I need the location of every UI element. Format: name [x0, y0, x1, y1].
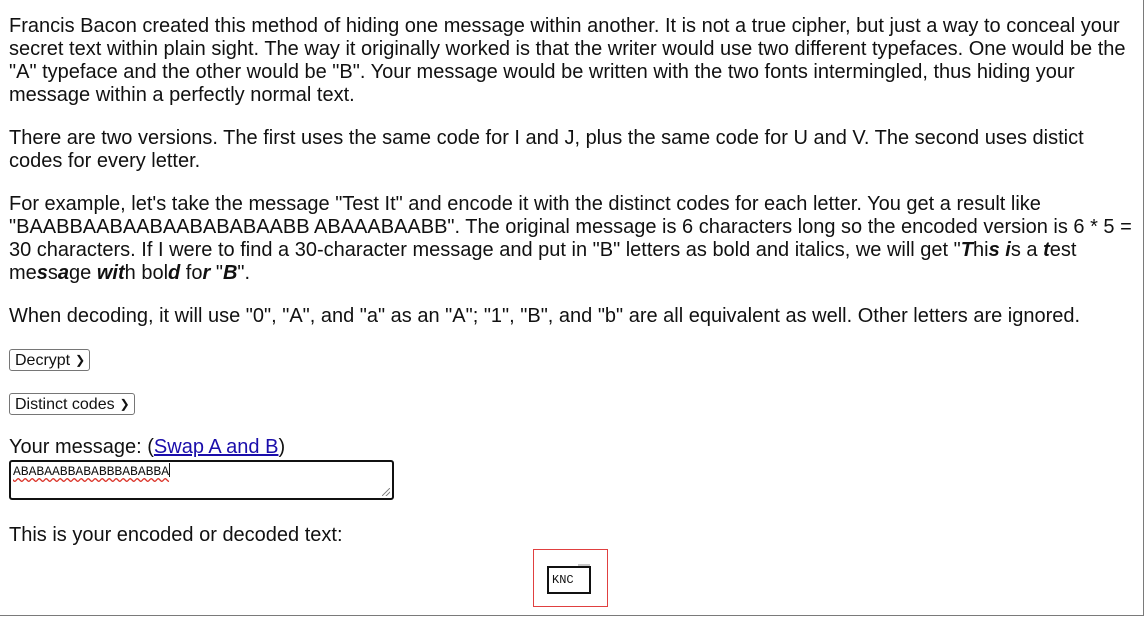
intro-paragraph-3: For example, let's take the message "Tes… — [9, 193, 1139, 285]
alphabet-select[interactable]: Distinct codes ❯ — [9, 393, 135, 415]
message-textarea[interactable]: ABABAABBABABBBABABBA — [9, 460, 394, 500]
output-image-container: KNC — [533, 549, 608, 607]
message-text: ABABAABBABABBBABABBA — [13, 464, 170, 479]
mode-select[interactable]: Decrypt ❯ — [9, 349, 91, 371]
intro-paragraph-1: Francis Bacon created this method of hid… — [9, 15, 1126, 106]
message-label: Your message: (Swap A and B) — [9, 436, 1139, 459]
chevron-down-icon: ❯ — [119, 397, 130, 411]
message-label-prefix: Your message: ( — [9, 436, 154, 458]
swap-a-b-link[interactable]: Swap A and B — [154, 436, 279, 458]
chevron-down-icon: ❯ — [75, 353, 86, 367]
resize-grip-icon[interactable] — [382, 488, 390, 496]
intro-paragraph-4: When decoding, it will use "0", "A", and… — [9, 305, 1081, 327]
text-caret — [169, 463, 171, 477]
main-content: Francis Bacon created this method of hid… — [9, 15, 1139, 547]
output-label: This is your encoded or decoded text: — [9, 524, 343, 546]
output-image: KNC — [547, 566, 591, 594]
intro-paragraph-2: There are two versions. The first uses t… — [9, 127, 1084, 172]
alphabet-select-value: Distinct codes — [15, 396, 115, 413]
message-label-suffix: ) — [278, 436, 286, 458]
intro-paragraph-3-end: ". — [237, 262, 251, 284]
mode-select-row: Decrypt ❯ — [9, 348, 1139, 372]
mode-select-value: Decrypt — [15, 352, 71, 369]
alphabet-select-row: Distinct codes ❯ — [9, 392, 1139, 416]
